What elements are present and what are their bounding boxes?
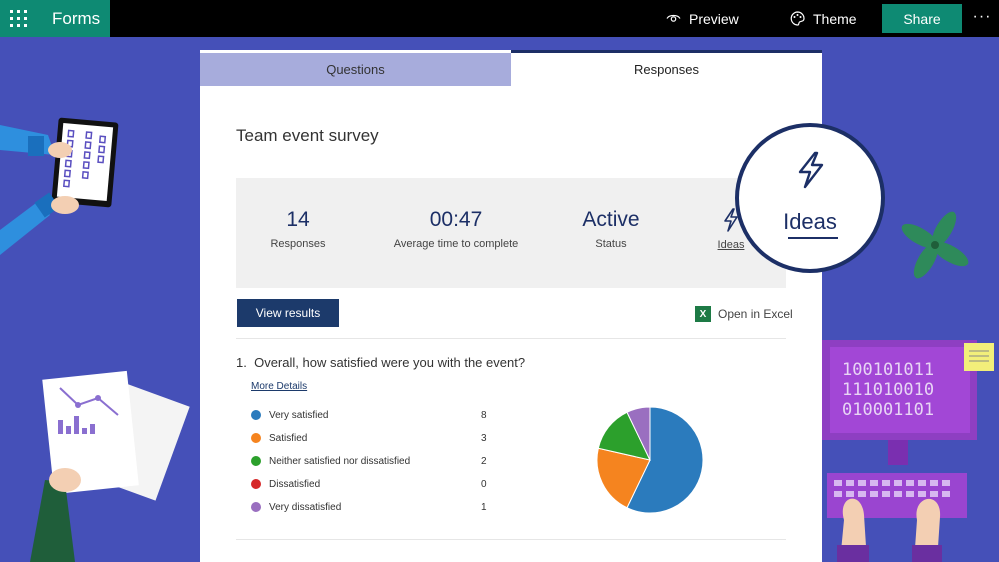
palette-icon	[790, 11, 805, 26]
binary-line: 111010010	[842, 380, 934, 400]
answer-option-row: Very satisfied 8	[251, 407, 487, 423]
stat-value: Active	[582, 208, 640, 231]
stat-responses: 14 Responses	[258, 178, 338, 288]
answer-option-label: Very satisfied	[269, 409, 329, 421]
binary-line: 100101011	[842, 360, 934, 380]
tab-responses[interactable]: Responses	[511, 50, 822, 86]
stat-value: 14	[286, 208, 310, 231]
share-button[interactable]: Share	[882, 4, 962, 33]
question-title: 1. Overall, how satisfied were you with …	[236, 355, 525, 370]
answer-option-row: Dissatisfied 0	[251, 476, 487, 492]
answer-option-row: Neither satisfied nor dissatisfied 2	[251, 453, 487, 469]
report-illustration	[30, 370, 190, 562]
preview-label: Preview	[689, 10, 739, 27]
stat-label: Responses	[270, 238, 326, 250]
theme-label: Theme	[813, 10, 857, 27]
view-results-button[interactable]: View results	[237, 299, 339, 327]
app-name[interactable]: Forms	[37, 0, 110, 37]
answer-option-count: 2	[481, 455, 487, 467]
summary-stats-panel: 14 Responses 00:47 Average time to compl…	[236, 178, 786, 288]
open-in-excel-link[interactable]: X Open in Excel	[695, 306, 793, 322]
answer-pie-chart	[596, 406, 704, 514]
answer-option-count: 8	[481, 409, 487, 421]
excel-icon: X	[695, 306, 711, 322]
computer-illustration: 100101011 111010010 010001101	[822, 340, 994, 562]
ideas-underline	[788, 237, 838, 239]
answer-option-label: Very dissatisfied	[269, 501, 342, 513]
answer-option-count: 0	[481, 478, 487, 490]
question-text: Overall, how satisfied were you with the…	[254, 355, 526, 370]
stat-value: 00:47	[429, 208, 483, 231]
waffle-icon	[10, 10, 27, 27]
preview-button[interactable]: Preview	[666, 0, 739, 37]
divider	[236, 539, 786, 540]
more-options-button[interactable]: ···	[972, 0, 992, 37]
more-details-link[interactable]: More Details	[251, 381, 307, 392]
leaf-illustration	[901, 211, 969, 279]
divider	[236, 338, 786, 339]
top-bar: Forms Preview Theme Share ···	[0, 0, 999, 37]
legend-color-dot	[251, 456, 261, 466]
answer-option-label: Neither satisfied nor dissatisfied	[269, 455, 411, 467]
binary-line: 010001101	[842, 400, 934, 420]
legend-color-dot	[251, 410, 261, 420]
answer-option-row: Very dissatisfied 1	[251, 499, 487, 515]
form-card: Questions Responses Team event survey 14…	[200, 50, 822, 562]
ideas-label: Ideas	[783, 209, 837, 234]
stat-average-time: 00:47 Average time to complete	[386, 178, 526, 288]
stat-status: Active Status	[566, 178, 656, 288]
question-number: 1.	[236, 355, 247, 370]
stat-label: Status	[595, 238, 627, 250]
answer-option-count: 3	[481, 432, 487, 444]
stat-label: Average time to complete	[393, 238, 519, 250]
answer-option-label: Satisfied	[269, 432, 308, 444]
answer-option-count: 1	[481, 501, 487, 513]
open-in-excel-label: Open in Excel	[718, 307, 793, 321]
app-launcher-button[interactable]	[0, 0, 37, 37]
eye-icon	[666, 14, 681, 22]
tablet-illustration	[0, 117, 119, 255]
theme-button[interactable]: Theme	[790, 0, 857, 37]
legend-color-dot	[251, 479, 261, 489]
legend-color-dot	[251, 502, 261, 512]
tab-questions[interactable]: Questions	[200, 53, 511, 86]
legend-color-dot	[251, 433, 261, 443]
survey-title: Team event survey	[236, 126, 379, 145]
ideas-callout[interactable]: Ideas	[735, 123, 885, 273]
lightning-icon	[798, 151, 824, 189]
answer-option-label: Dissatisfied	[269, 478, 321, 490]
answer-option-row: Satisfied 3	[251, 430, 487, 446]
